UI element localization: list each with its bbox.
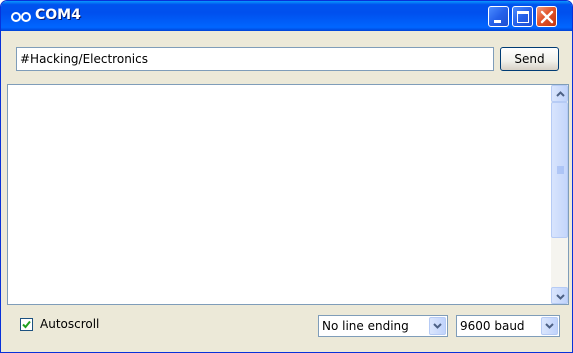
grip-icon: [557, 166, 564, 174]
arduino-infinity-icon: [10, 9, 32, 23]
minimize-icon: [494, 20, 501, 23]
bottom-toolbar: Autoscroll No line ending 9600 baud: [4, 305, 569, 350]
window-title: COM4: [35, 7, 81, 23]
minimize-button[interactable]: [488, 6, 509, 27]
close-icon: [540, 10, 554, 24]
send-button[interactable]: Send: [500, 47, 559, 71]
serial-monitor-window: COM4 Send: [0, 0, 573, 353]
baud-rate-dropdown-button[interactable]: [541, 317, 558, 335]
autoscroll-label: Autoscroll: [40, 317, 100, 331]
serial-output-area[interactable]: [7, 84, 569, 305]
chevron-down-icon: [545, 323, 554, 329]
baud-rate-value: 9600 baud: [460, 319, 525, 333]
maximize-button[interactable]: [512, 6, 533, 27]
title-bar[interactable]: COM4: [1, 1, 572, 31]
close-button[interactable]: [536, 6, 557, 27]
line-ending-value: No line ending: [322, 319, 409, 333]
chevron-up-icon: [556, 91, 565, 97]
serial-input[interactable]: [16, 47, 494, 71]
autoscroll-checkbox[interactable]: [20, 318, 33, 331]
chevron-down-icon: [433, 323, 442, 329]
scroll-down-button[interactable]: [551, 287, 568, 304]
client-area: Send: [4, 31, 569, 350]
vertical-scrollbar[interactable]: [551, 85, 568, 304]
baud-rate-select[interactable]: 9600 baud: [456, 315, 560, 337]
scrollbar-thumb[interactable]: [551, 102, 568, 238]
scroll-up-button[interactable]: [551, 85, 568, 102]
maximize-icon: [517, 11, 529, 23]
line-ending-dropdown-button[interactable]: [429, 317, 446, 335]
checkmark-icon: [22, 320, 31, 329]
chevron-down-icon: [556, 294, 565, 300]
line-ending-select[interactable]: No line ending: [318, 315, 448, 337]
